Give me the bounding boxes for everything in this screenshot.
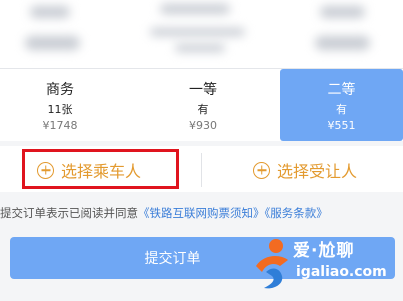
plus-circle-icon	[37, 161, 54, 179]
blurred-text	[25, 36, 80, 50]
blurred-train-info	[0, 0, 403, 68]
blurred-text	[175, 44, 225, 52]
blurred-text	[320, 6, 365, 18]
select-passenger-button[interactable]: 选择乘车人	[37, 148, 141, 192]
divider	[201, 153, 202, 187]
agreement-text: 提交订单表示已阅读并同意	[0, 206, 138, 220]
seat-name: 二等	[327, 82, 356, 98]
watermark: 爱·尬聊 igaliao.com	[250, 236, 400, 296]
seat-count: 11张	[47, 103, 73, 116]
submit-order-label: 提交订单	[144, 251, 201, 267]
seat-name: 一等	[189, 82, 217, 98]
blurred-text	[160, 4, 230, 14]
watermark-url: igaliao.com	[296, 264, 387, 280]
seat-count: 有	[197, 103, 209, 116]
select-beneficiary-label: 选择受让人	[277, 162, 358, 181]
seat-option-first-class[interactable]: 一等 有 ¥930	[143, 69, 263, 141]
watermark-title: 爱·尬聊	[293, 241, 355, 261]
plus-circle-icon	[253, 161, 270, 179]
seat-price: ¥1748	[42, 119, 78, 132]
ticket-rules-link[interactable]: 《铁路互联网购票须知》	[138, 206, 265, 220]
blurred-text	[315, 36, 370, 50]
seat-option-business[interactable]: 商务 11张 ¥1748	[0, 69, 120, 141]
seat-name: 商务	[46, 82, 74, 98]
blurred-text	[150, 28, 245, 36]
watermark-logo-icon	[256, 239, 288, 289]
select-passenger-label: 选择乘车人	[61, 162, 142, 181]
blurred-text	[30, 6, 70, 18]
seat-class-selector: 商务 11张 ¥1748 一等 有 ¥930 二等 有 ¥551	[0, 68, 403, 141]
seat-price: ¥551	[327, 119, 356, 132]
select-beneficiary-button[interactable]: 选择受让人	[253, 148, 357, 192]
terms-of-service-link[interactable]: 《服务条款》	[265, 206, 328, 220]
seat-option-second-class[interactable]: 二等 有 ¥551	[280, 69, 403, 141]
seat-count: 有	[336, 103, 347, 116]
agreement-notice: 提交订单表示已阅读并同意《铁路互联网购票须知》《服务条款》	[0, 205, 403, 221]
seat-price: ¥930	[189, 119, 217, 132]
